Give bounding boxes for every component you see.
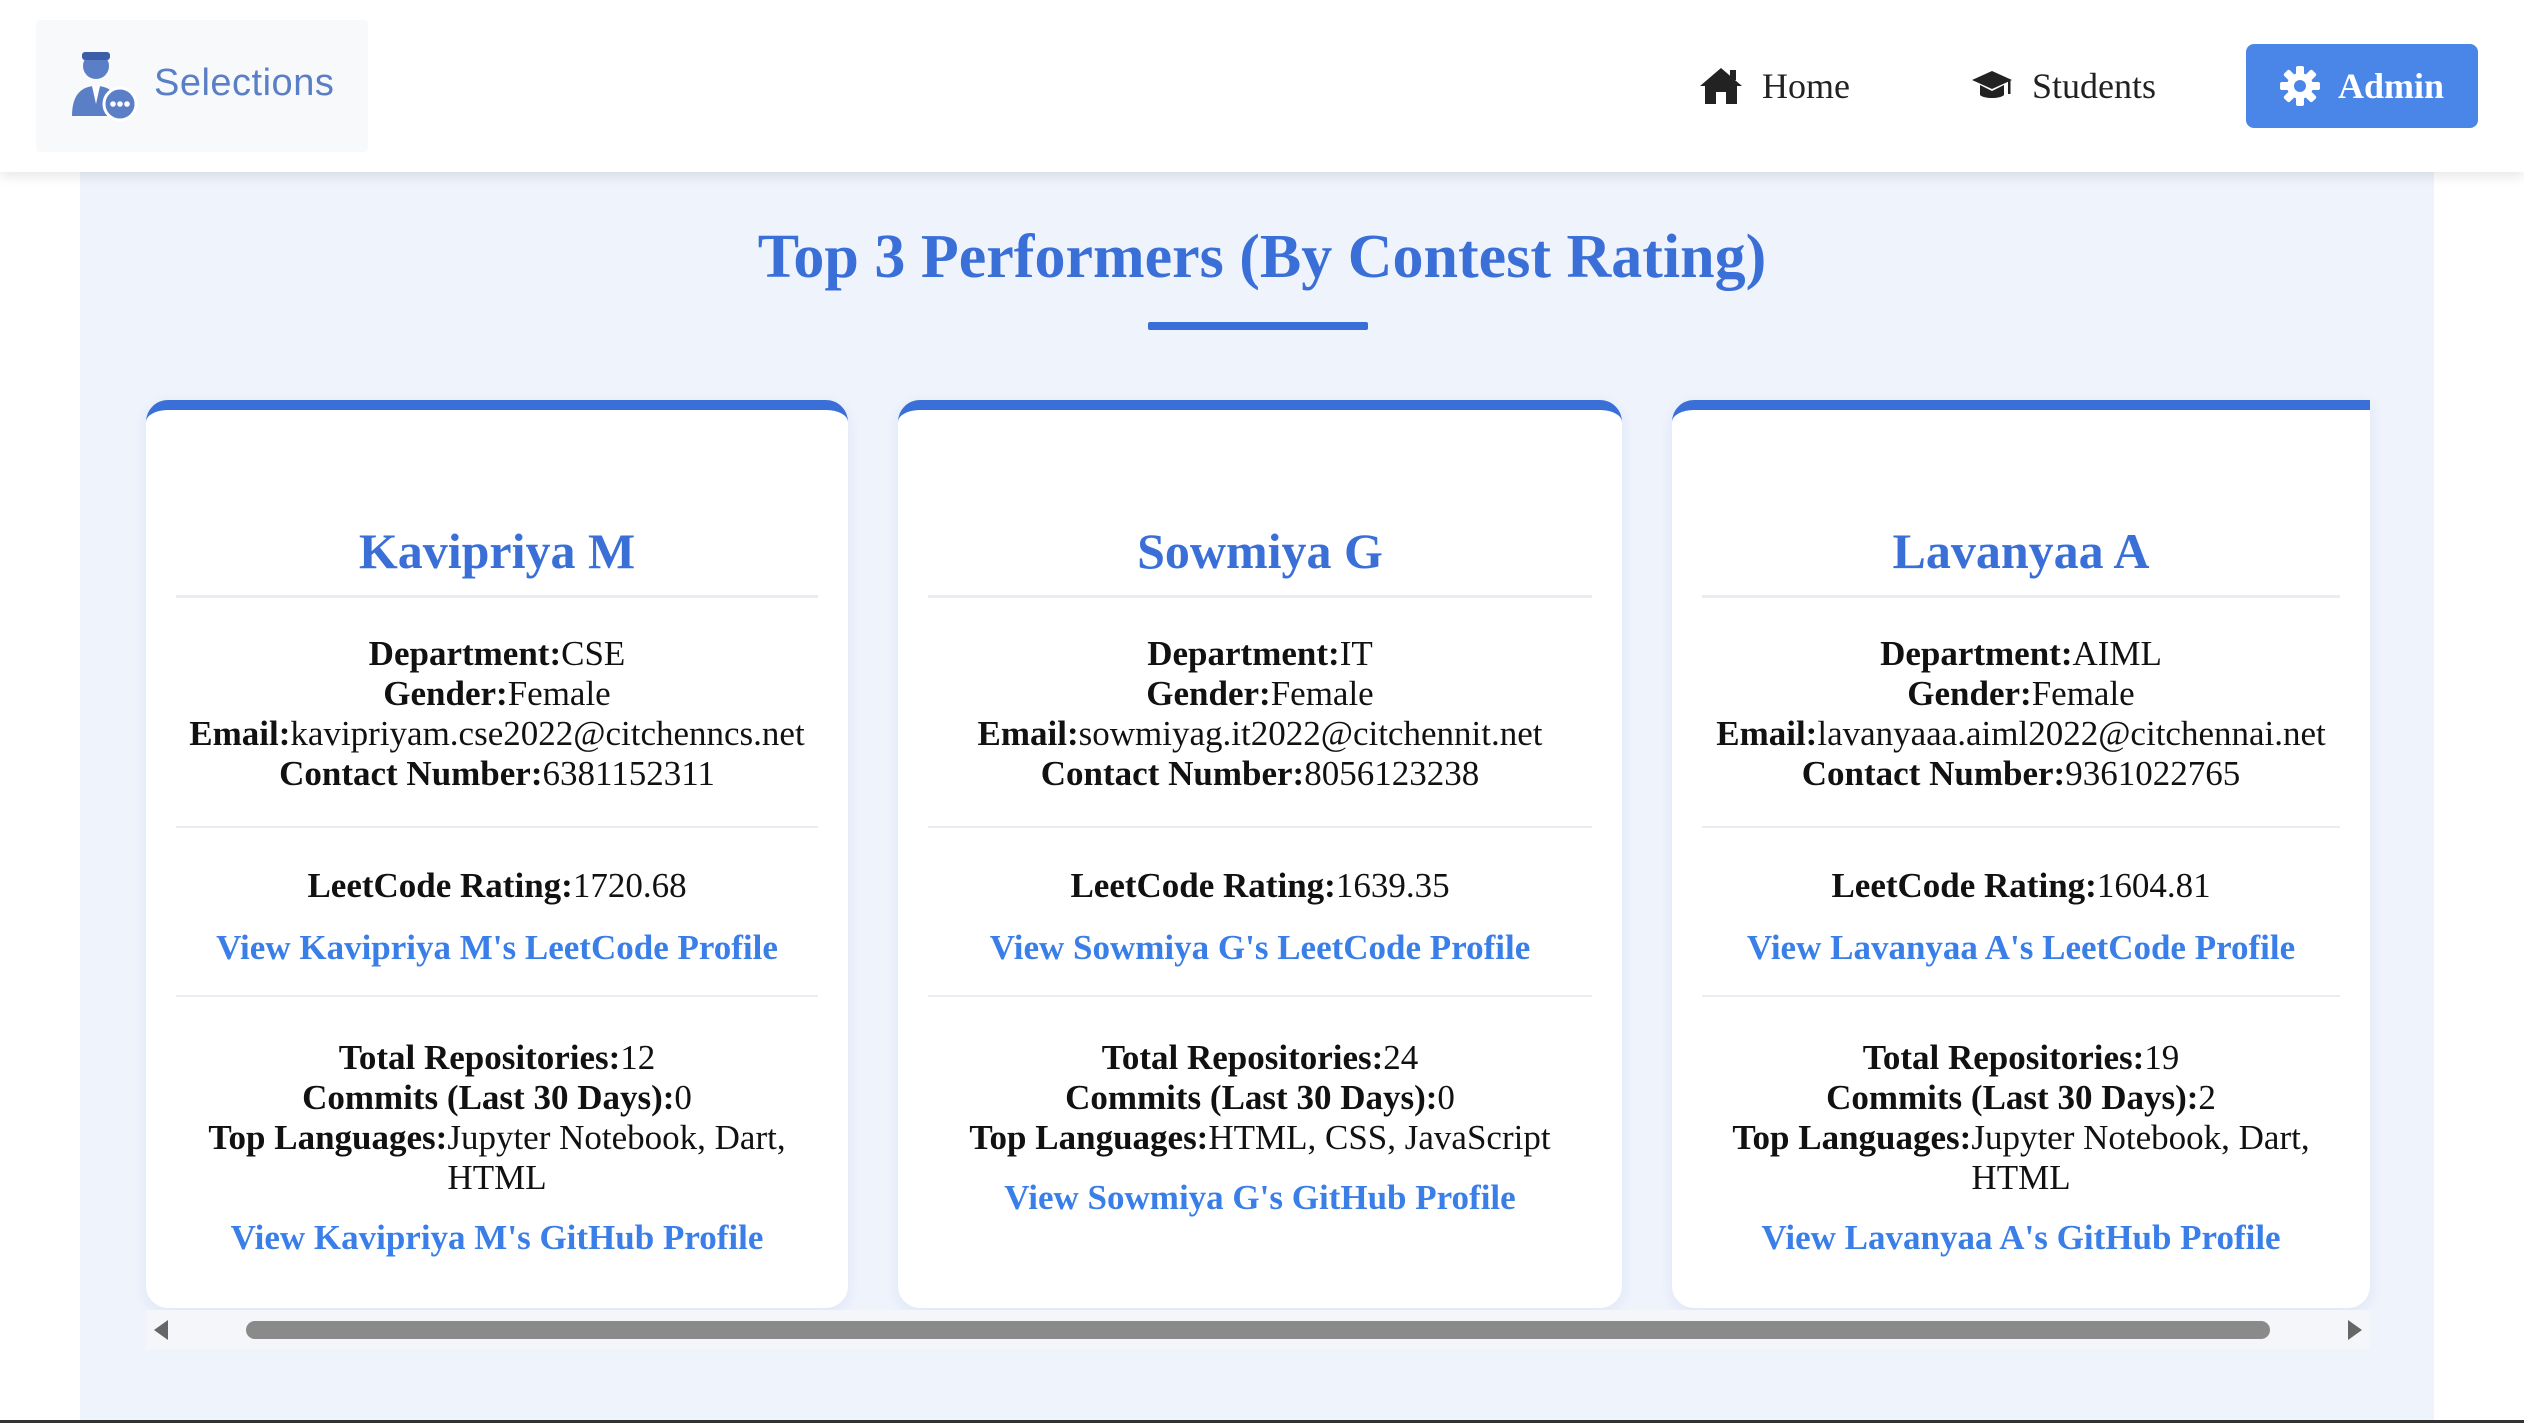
leetcode-profile-link[interactable]: View Lavanyaa A's LeetCode Profile — [1672, 928, 2370, 968]
email-value: kavipriyam.cse2022@citchenncs.net — [290, 714, 805, 753]
leetcode-rating-label: LeetCode Rating: — [307, 866, 573, 905]
divider — [928, 595, 1592, 598]
leetcode-rating-value: 1639.35 — [1335, 866, 1450, 905]
leetcode-rating-label: LeetCode Rating: — [1831, 866, 2097, 905]
scrollbar-thumb[interactable] — [246, 1321, 2270, 1339]
scroll-right-arrow-icon[interactable] — [2348, 1320, 2362, 1340]
performer-card: Lavanyaa A Department:AIML Gender:Female… — [1672, 400, 2370, 1308]
leetcode-profile-link[interactable]: View Sowmiya G's LeetCode Profile — [898, 928, 1622, 968]
student-name: Sowmiya G — [1137, 523, 1383, 579]
github-info: Total Repositories:19 Commits (Last 30 D… — [1672, 1038, 2370, 1258]
total-repos-value: 19 — [2144, 1038, 2180, 1077]
total-repos-label: Total Repositories: — [338, 1038, 621, 1077]
student-name: Kavipriya M — [358, 523, 636, 579]
top-languages-label: Top Languages: — [208, 1118, 448, 1157]
total-repos-label: Total Repositories: — [1101, 1038, 1384, 1077]
email-label: Email: — [977, 714, 1079, 753]
contact-value: 8056123238 — [1304, 754, 1480, 793]
commits-label: Commits (Last 30 Days): — [1065, 1078, 1438, 1117]
top-languages-label: Top Languages: — [969, 1118, 1209, 1157]
cards-horizontal-scrollbar[interactable] — [146, 1310, 2370, 1350]
personal-info: Department:IT Gender:Female Email:sowmiy… — [898, 634, 1622, 794]
divider — [176, 995, 818, 997]
brand-logo[interactable]: Selections — [36, 20, 368, 152]
performer-card: Sowmiya G Department:IT Gender:Female Em… — [898, 400, 1622, 1308]
graduation-cap-icon — [1972, 71, 2012, 98]
email-value: lavanyaaa.aiml2022@citchennai.net — [1817, 714, 2326, 753]
admin-label: Admin — [2337, 66, 2445, 106]
gender-label: Gender: — [1146, 674, 1271, 713]
nav-students-label: Students — [2032, 66, 2157, 106]
department-label: Department: — [1147, 634, 1340, 673]
github-info: Total Repositories:24 Commits (Last 30 D… — [898, 1038, 1622, 1218]
leetcode-rating-value: 1720.68 — [572, 866, 687, 905]
gender-label: Gender: — [383, 674, 508, 713]
contact-label: Contact Number: — [279, 754, 543, 793]
gender-label: Gender: — [1907, 674, 2032, 713]
contact-value: 6381152311 — [542, 754, 715, 793]
leetcode-profile-link[interactable]: View Kavipriya M's LeetCode Profile — [146, 928, 848, 968]
nav-home-link[interactable]: Home — [1698, 46, 1850, 126]
department-value: CSE — [561, 634, 626, 673]
top-navbar: Selections Home Students Admin — [0, 0, 2524, 172]
personal-info: Department:CSE Gender:Female Email:kavip… — [146, 634, 848, 794]
github-profile-link[interactable]: View Lavanyaa A's GitHub Profile — [1672, 1218, 2370, 1258]
top-languages-value: HTML, CSS, JavaScript — [1208, 1118, 1551, 1157]
commits-value: 2 — [2198, 1078, 2216, 1117]
total-repos-value: 24 — [1383, 1038, 1419, 1077]
leetcode-info: LeetCode Rating:1604.81 View Lavanyaa A'… — [1672, 866, 2370, 968]
title-underline — [1148, 322, 1368, 330]
performer-card: Kavipriya M Department:CSE Gender:Female… — [146, 400, 848, 1308]
student-name: Lavanyaa A — [1892, 523, 2150, 579]
gender-value: Female — [1270, 674, 1374, 713]
divider — [176, 595, 818, 598]
divider — [928, 826, 1592, 828]
leetcode-info: LeetCode Rating:1639.35 View Sowmiya G's… — [898, 866, 1622, 968]
top-languages-label: Top Languages: — [1732, 1118, 1972, 1157]
top-languages-value: Jupyter Notebook, Dart, HTML — [447, 1118, 786, 1197]
contact-label: Contact Number: — [1040, 754, 1305, 793]
recruiter-chat-icon — [72, 52, 138, 122]
commits-value: 0 — [674, 1078, 692, 1117]
github-info: Total Repositories:12 Commits (Last 30 D… — [146, 1038, 848, 1258]
github-profile-link[interactable]: View Kavipriya M's GitHub Profile — [146, 1218, 848, 1258]
commits-value: 0 — [1437, 1078, 1455, 1117]
brand-label: Selections — [154, 62, 335, 104]
divider — [176, 826, 818, 828]
gear-icon — [2279, 66, 2320, 106]
divider — [1702, 595, 2340, 598]
commits-label: Commits (Last 30 Days): — [302, 1078, 675, 1117]
gender-value: Female — [2031, 674, 2135, 713]
department-value: IT — [1339, 634, 1373, 673]
scroll-left-arrow-icon[interactable] — [154, 1320, 168, 1340]
department-label: Department: — [368, 634, 562, 673]
home-icon — [1700, 68, 1742, 104]
leetcode-rating-label: LeetCode Rating: — [1070, 866, 1336, 905]
divider — [928, 995, 1592, 997]
top-languages-value: Jupyter Notebook, Dart, HTML — [1971, 1118, 2310, 1197]
github-profile-link[interactable]: View Sowmiya G's GitHub Profile — [898, 1178, 1622, 1218]
email-value: sowmiyag.it2022@citchennit.net — [1078, 714, 1543, 753]
leetcode-rating-value: 1604.81 — [2096, 866, 2211, 905]
leetcode-info: LeetCode Rating:1720.68 View Kavipriya M… — [146, 866, 848, 968]
divider — [1702, 995, 2340, 997]
department-value: AIML — [2072, 634, 2162, 673]
gender-value: Female — [507, 674, 611, 713]
personal-info: Department:AIML Gender:Female Email:lava… — [1672, 634, 2370, 794]
email-label: Email: — [1716, 714, 1818, 753]
nav-home-label: Home — [1762, 66, 1850, 106]
commits-label: Commits (Last 30 Days): — [1826, 1078, 2199, 1117]
total-repos-label: Total Repositories: — [1862, 1038, 2145, 1077]
contact-label: Contact Number: — [1801, 754, 2066, 793]
department-label: Department: — [1880, 634, 2073, 673]
page-title: Top 3 Performers (By Contest Rating) — [757, 223, 1767, 291]
nav-students-link[interactable]: Students — [1970, 46, 2156, 126]
email-label: Email: — [189, 714, 291, 753]
total-repos-value: 12 — [620, 1038, 656, 1077]
admin-button[interactable]: Admin — [2246, 44, 2478, 128]
divider — [1702, 826, 2340, 828]
contact-value: 9361022765 — [2065, 754, 2241, 793]
